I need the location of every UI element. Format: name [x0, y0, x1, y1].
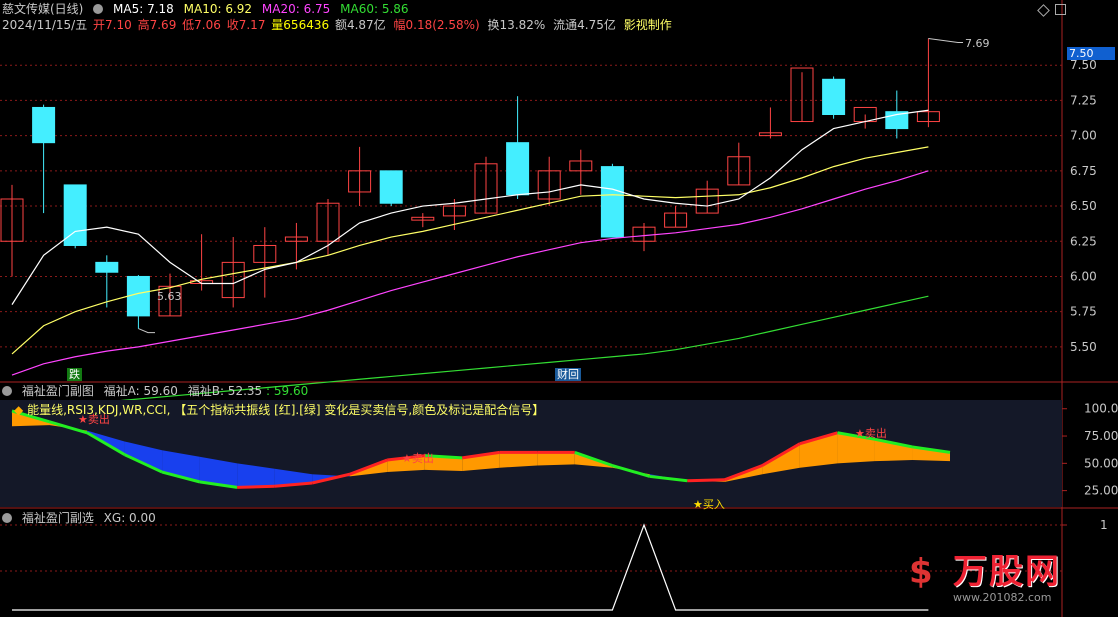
- dollar-icon: $: [909, 552, 933, 592]
- star-icon: ★: [855, 427, 865, 440]
- sell-label: 卖出: [87, 413, 110, 426]
- panel2-desc-body: 【五个指标共振线 [红].[绿] 变化是买卖信号,颜色及标记是配合信号】: [174, 403, 545, 417]
- quote-change: 幅0.18(2.58%): [393, 18, 480, 32]
- panel2-a-label: 福祉A: 59.60: [103, 384, 178, 398]
- high-price-label: 7.69: [965, 37, 990, 50]
- ma60-label: MA60: 5.86: [340, 2, 409, 16]
- current-price-tag: 7.50: [1067, 47, 1115, 60]
- y-tick-label: 1: [1100, 518, 1108, 532]
- gear-icon[interactable]: [93, 4, 104, 14]
- watermark-brand: 万股网: [953, 552, 1061, 592]
- star-icon: ★: [78, 413, 88, 426]
- low-price-label: 5.63: [157, 290, 182, 303]
- quote-sector: 影视制作: [623, 18, 672, 32]
- down-tag: 跌: [67, 368, 82, 381]
- sell-signal-3: ★卖出: [853, 427, 889, 440]
- panel2-header: 福祉盈门副图 福祉A: 59.60 福祉B: 52.35 : 59.60: [2, 383, 314, 399]
- sell-signal-2: ★卖出: [400, 452, 436, 465]
- y-tick-label: 6.00: [1070, 269, 1097, 283]
- buy-signal: ★买入: [691, 498, 727, 511]
- quote-info: 2024/11/15/五 开7.10 高7.69 低7.06 收7.17 量65…: [2, 17, 678, 33]
- candle-body: [95, 261, 119, 273]
- y-tick-label: 7.25: [1070, 93, 1097, 107]
- stock-title: 慈文传媒(日线): [2, 2, 84, 16]
- sell-signal-1: ★卖出: [76, 413, 112, 426]
- diamond-marker-icon: ◆: [14, 403, 24, 417]
- candle-body: [126, 275, 150, 317]
- buy-label: 买入: [702, 498, 725, 511]
- low-leader: [138, 328, 155, 334]
- ma20-label: MA20: 6.75: [261, 2, 331, 16]
- star-icon: ★: [402, 452, 412, 465]
- quote-open: 开7.10: [93, 18, 132, 32]
- indicator-band: [537, 452, 575, 466]
- main-header: 慈文传媒(日线) MA5: 7.18 MA10: 6.92 MA20: 6.75…: [2, 1, 415, 17]
- y-tick-label: 25.00: [1084, 484, 1118, 498]
- panel3-xg-label: XG: 0.00: [103, 511, 156, 525]
- ma5-line: [11, 109, 929, 305]
- ma10-label: MA10: 6.92: [183, 2, 253, 16]
- quote-close: 收7.17: [226, 18, 266, 32]
- indicator-line-a: [687, 478, 725, 483]
- y-tick-label: 6.50: [1070, 199, 1097, 213]
- y-tick-label: 5.75: [1070, 305, 1097, 319]
- candle-body: [32, 106, 56, 144]
- xg-line: [12, 523, 929, 611]
- panel3-gear-icon[interactable]: [2, 513, 12, 523]
- indicator-band: [499, 452, 538, 468]
- y-tick-label: 6.75: [1070, 164, 1097, 178]
- quote-float: 流通4.75亿: [553, 18, 616, 32]
- y-tick-label: 75.00: [1084, 429, 1118, 443]
- candle-body: [506, 142, 530, 196]
- star-icon: ★: [693, 498, 703, 511]
- quote-turnover: 换13.82%: [487, 18, 546, 32]
- candle-body: [822, 78, 846, 115]
- y-tick-label: 5.50: [1070, 340, 1097, 354]
- chart-canvas: 5.50 5.75 6.00 6.25 6.50 6.75 7.00 7.25 7.50 25.0…: [0, 0, 1118, 617]
- quote-high: 高7.69: [137, 18, 177, 32]
- square-icon[interactable]: [1055, 4, 1066, 15]
- y-tick-label: 100.0: [1084, 402, 1118, 416]
- quote-low: 低7.06: [182, 18, 221, 32]
- quote-amount: 额4.87亿: [334, 18, 386, 32]
- quote-date: 2024/11/15/五: [2, 18, 88, 32]
- sell-label: 卖出: [864, 427, 887, 440]
- candle-body: [600, 166, 624, 238]
- candle-body: [63, 184, 87, 246]
- high-leader: [928, 37, 963, 43]
- panel2-gear-icon[interactable]: [2, 386, 12, 396]
- y-tick-label: 7.50: [1070, 58, 1097, 72]
- watermark-logo: $ 万股网 www.201082.com: [905, 538, 1110, 610]
- y-tick-label: 6.25: [1070, 234, 1097, 248]
- y-tick-label: 50.00: [1084, 456, 1118, 470]
- panel2-b-label: 福祉B: 52.35: [187, 384, 263, 398]
- panel2-b-value: : 59.60: [266, 384, 309, 398]
- ma10-line: [11, 146, 929, 355]
- report-tag: 财回: [555, 368, 581, 381]
- watermark-url: www.201082.com: [953, 591, 1052, 604]
- panel2-title: 福祉盈门副图: [21, 384, 94, 398]
- panel3-title: 福祉盈门副选: [21, 511, 94, 525]
- candle-body: [379, 170, 403, 204]
- panel3-header: 福祉盈门副选 XG: 0.00: [2, 510, 162, 526]
- y-tick-label: 7.00: [1070, 129, 1097, 143]
- ma5-label: MA5: 7.18: [113, 2, 174, 16]
- indicator-line-a: [237, 484, 275, 489]
- quote-volume: 量656436: [271, 18, 330, 32]
- sell-label: 卖出: [411, 452, 434, 465]
